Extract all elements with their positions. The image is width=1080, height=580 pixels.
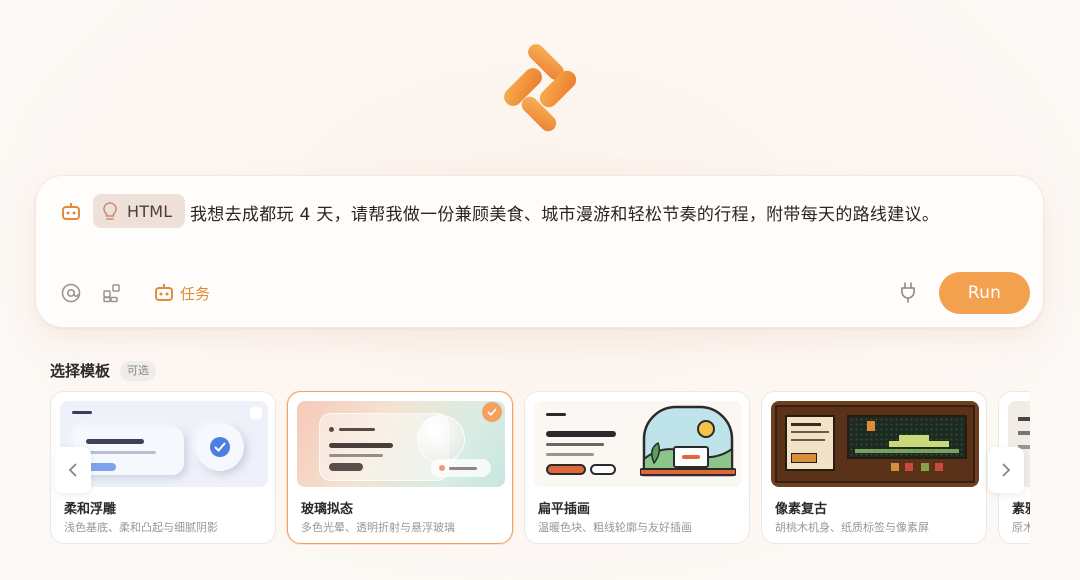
prompt-card[interactable]: HTML 我想去成都玩 4 天，请帮我做一份兼顾美食、城市漫游和轻松节奏的行程，…: [35, 175, 1044, 328]
format-chip[interactable]: HTML: [93, 194, 185, 228]
robot-icon[interactable]: [60, 201, 82, 223]
template-thumbnail: [60, 401, 268, 487]
template-card-title: 像素复古: [775, 502, 828, 517]
template-thumbnail: [297, 401, 505, 487]
template-carousel: 柔和浮雕 浅色基底、柔和凸起与细腻阴影 玻璃拟态 多色光晕、透明折射与悬浮玻璃: [50, 391, 1030, 546]
template-thumbnail: [534, 401, 742, 487]
chevron-right-icon: [1002, 463, 1011, 477]
template-card-desc: 浅色基底、柔和凸起与细腻阴影: [64, 521, 218, 534]
at-icon[interactable]: [60, 282, 82, 304]
task-label: 任务: [180, 284, 211, 303]
robot-icon: [155, 284, 173, 301]
template-card-title: 素雅: [1012, 502, 1030, 517]
template-card-flat-illustration[interactable]: 扁平插画 温暖色块、粗线轮廓与友好插画: [524, 391, 750, 544]
template-card-title: 柔和浮雕: [64, 502, 117, 517]
template-card-pixel-retro[interactable]: 像素复古 胡桃木机身、纸质标签与像素屏: [761, 391, 987, 544]
lightbulb-icon: [103, 202, 117, 220]
app-logo: [504, 44, 577, 132]
chip-label: HTML: [127, 201, 173, 221]
template-card-glassmorphism[interactable]: 玻璃拟态 多色光晕、透明折射与悬浮玻璃: [287, 391, 513, 544]
carousel-prev-button[interactable]: [55, 447, 91, 493]
selected-check-icon: [482, 402, 502, 422]
template-thumbnail: [771, 401, 979, 487]
template-card-desc: 胡桃木机身、纸质标签与像素屏: [775, 521, 929, 534]
carousel-next-button[interactable]: [988, 447, 1024, 493]
apps-icon[interactable]: [101, 282, 123, 304]
chevron-left-icon: [68, 463, 77, 477]
template-card-desc: 多色光晕、透明折射与悬浮玻璃: [301, 521, 455, 534]
run-button[interactable]: Run: [939, 272, 1030, 314]
plug-icon[interactable]: [898, 281, 918, 303]
template-card-desc: 原木: [1012, 521, 1030, 534]
optional-badge: 可选: [120, 361, 156, 381]
template-card-title: 扁平插画: [538, 502, 591, 517]
template-card-desc: 温暖色块、粗线轮廓与友好插画: [538, 521, 692, 534]
prompt-input[interactable]: 我想去成都玩 4 天，请帮我做一份兼顾美食、城市漫游和轻松节奏的行程，附带每天的…: [190, 200, 939, 225]
template-section-title: 选择模板: [50, 362, 111, 380]
template-card-title: 玻璃拟态: [301, 502, 354, 517]
task-button[interactable]: 任务: [153, 280, 210, 306]
